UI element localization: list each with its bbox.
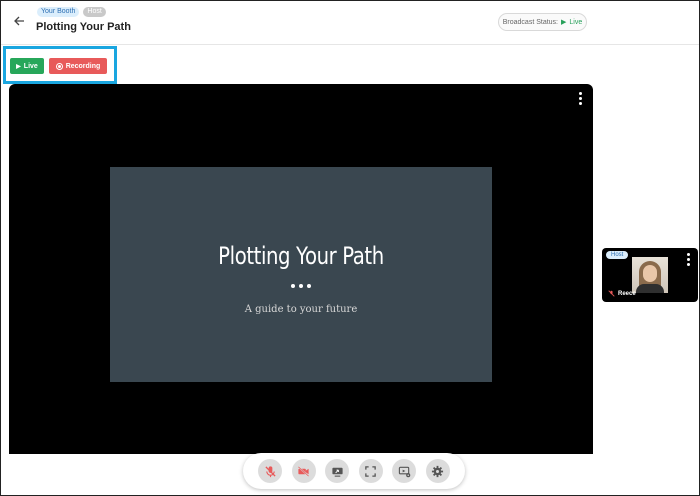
camera-toggle-button[interactable] [291, 459, 316, 483]
top-bar: Your Booth Host Plotting Your Path Broad… [1, 1, 699, 45]
fullscreen-icon [365, 465, 376, 477]
video-off-icon [298, 465, 310, 477]
more-vertical-icon [687, 253, 690, 266]
arrow-left-icon [14, 16, 24, 26]
fullscreen-button[interactable] [358, 459, 383, 483]
share-screen-button[interactable] [325, 459, 350, 483]
host-tile-menu-button[interactable] [687, 253, 690, 266]
presentation-slide: Plotting Your Path A guide to your futur… [110, 167, 492, 382]
screen-share-icon [332, 467, 343, 477]
host-name: Reece [618, 290, 636, 297]
host-badge: Host [606, 251, 629, 259]
play-icon: ▶ [561, 19, 567, 26]
avatar [632, 257, 668, 293]
settings-button[interactable] [425, 459, 450, 483]
recording-button[interactable]: Recording [49, 58, 107, 74]
page-title: Plotting Your Path [36, 21, 131, 33]
mic-toggle-button[interactable] [258, 459, 283, 483]
stage-menu-button[interactable] [579, 92, 583, 105]
broadcast-status: Broadcast Status: ▶ Live [498, 13, 587, 31]
microphone-off-icon [265, 465, 276, 477]
record-icon [55, 62, 63, 70]
host-video-tile[interactable]: Host Reece [602, 248, 698, 302]
back-button[interactable] [11, 13, 27, 29]
broadcast-status-label: Broadcast Status: [502, 18, 559, 26]
slide-subtitle: A guide to your future [244, 304, 358, 315]
slide-title: Plotting Your Path [218, 242, 384, 270]
booth-badge: Your Booth [37, 7, 80, 17]
layout-settings-button[interactable] [392, 459, 417, 483]
screen-settings-icon [398, 466, 410, 477]
broadcast-status-value: Live [569, 18, 583, 26]
play-icon: ▶ [16, 63, 21, 70]
more-vertical-icon [579, 92, 583, 105]
gear-icon [431, 465, 444, 477]
host-name-row: Reece [608, 290, 636, 297]
microphone-off-icon [608, 290, 615, 297]
role-badge: Host [83, 7, 106, 17]
live-button-label: Live [23, 62, 38, 70]
live-button[interactable]: ▶ Live [10, 58, 44, 74]
control-bar [243, 453, 465, 489]
slide-ornament [110, 284, 492, 288]
main-stage: Plotting Your Path A guide to your futur… [9, 84, 593, 454]
recording-button-label: Recording [65, 62, 101, 70]
